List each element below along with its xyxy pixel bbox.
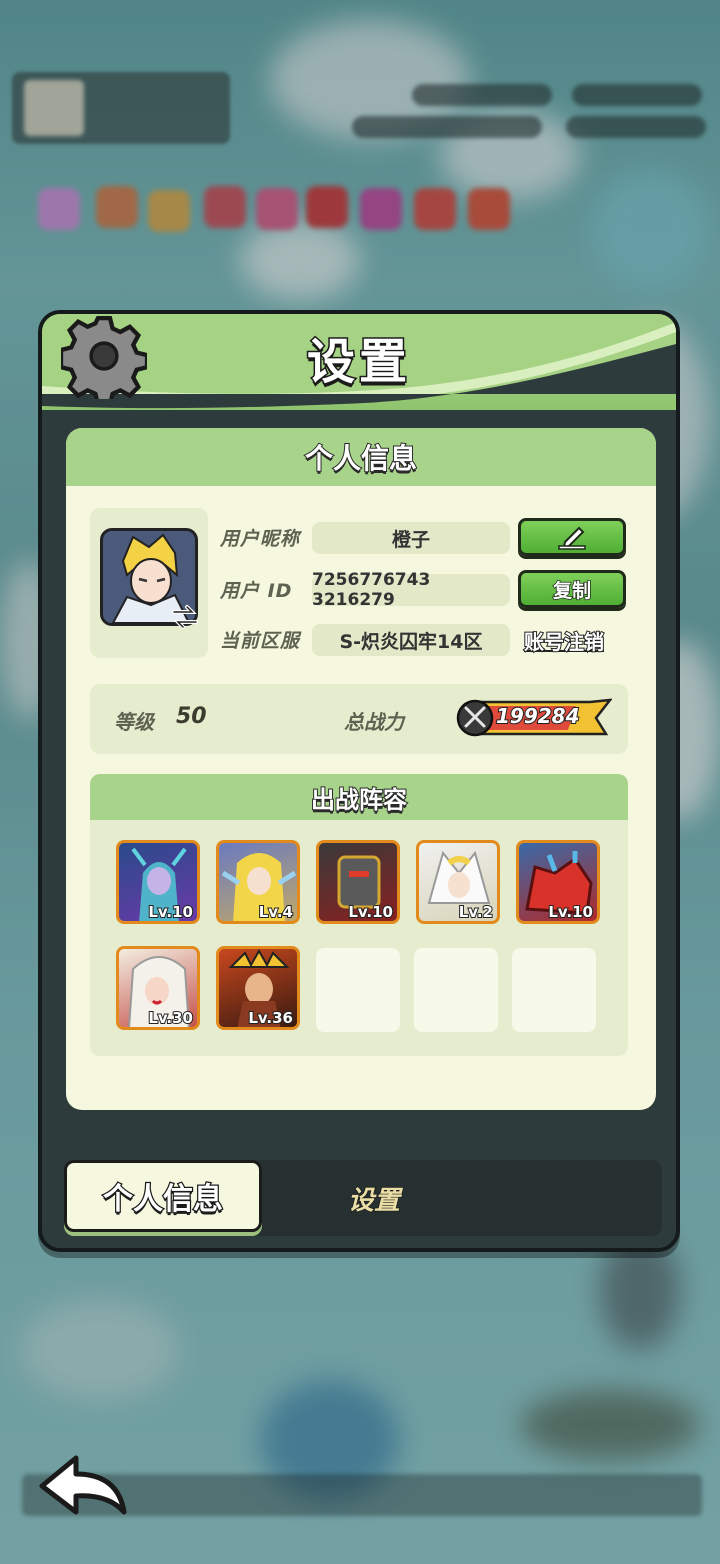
hero-slot[interactable]: Lv.10 — [516, 840, 600, 924]
level-value: 50 — [176, 704, 207, 729]
server-label: 当前区服 — [220, 630, 301, 652]
empty-hero-slot[interactable] — [316, 948, 400, 1032]
panel-header: 个人信息 — [66, 428, 656, 486]
hero-slot[interactable]: Lv.2 — [416, 840, 500, 924]
hero-level: Lv.10 — [347, 902, 394, 921]
hero-slot[interactable]: Lv.10 — [116, 840, 200, 924]
settings-dialog: 设置 个人信息 — [38, 310, 680, 1252]
tab-bar: 个人信息 设置 — [64, 1160, 662, 1236]
hero-slot[interactable]: Lv.30 — [116, 946, 200, 1030]
lineup-section: 出战阵容 Lv.10 Lv.4 Lv.10 Lv.2 Lv.10 Lv.30 L… — [90, 774, 628, 1056]
hero-level: Lv.10 — [547, 902, 594, 921]
server-field: S-炽炎囚牢14区 — [312, 624, 510, 656]
edit-nickname-button[interactable] — [518, 518, 626, 556]
copy-id-button[interactable]: 复制 — [518, 570, 626, 608]
hero-level: Lv.2 — [458, 902, 494, 921]
hero-slot[interactable]: Lv.36 — [216, 946, 300, 1030]
tab-profile-label: 个人信息 — [102, 1181, 225, 1219]
hero-slot[interactable]: Lv.4 — [216, 840, 300, 924]
empty-hero-slot[interactable] — [414, 948, 498, 1032]
hero-level: Lv.36 — [247, 1008, 294, 1027]
copy-button-label: 复制 — [552, 579, 592, 603]
empty-hero-slot[interactable] — [512, 948, 596, 1032]
level-label: 等级 — [114, 710, 154, 734]
stats-bar: 等级 50 总战力 199284 — [90, 684, 628, 754]
tab-settings[interactable]: 设置 — [304, 1160, 444, 1236]
swap-icon[interactable] — [170, 604, 200, 630]
tab-profile[interactable]: 个人信息 — [64, 1160, 262, 1232]
power-value: 199284 — [495, 703, 580, 729]
profile-panel: 个人信息 用户昵称 橙子 — [66, 428, 656, 1110]
avatar-container — [90, 508, 208, 658]
delete-account-link[interactable]: 账号注销 — [523, 626, 605, 655]
hero-slot[interactable]: Lv.10 — [316, 840, 400, 924]
lineup-title: 出战阵容 — [310, 785, 408, 815]
user-id-label: 用户 ID — [220, 580, 293, 602]
back-arrow-icon[interactable] — [36, 1452, 132, 1528]
hero-level: Lv.4 — [258, 902, 294, 921]
panel-title: 个人信息 — [304, 441, 418, 476]
user-id-field: 7256776743​3216279 — [312, 570, 510, 610]
power-badge: 199284 — [456, 698, 612, 737]
nickname-label: 用户昵称 — [220, 528, 301, 550]
nickname-field: 橙子 — [312, 522, 510, 554]
hero-level: Lv.30 — [147, 1008, 194, 1027]
dialog-header: 设置 — [42, 314, 676, 410]
tab-settings-label: 设置 — [347, 1185, 401, 1217]
lineup-header: 出战阵容 — [90, 774, 628, 820]
power-label: 总战力 — [344, 710, 404, 734]
gear-icon — [60, 314, 148, 400]
pencil-icon — [558, 526, 586, 550]
hero-level: Lv.10 — [147, 902, 194, 921]
